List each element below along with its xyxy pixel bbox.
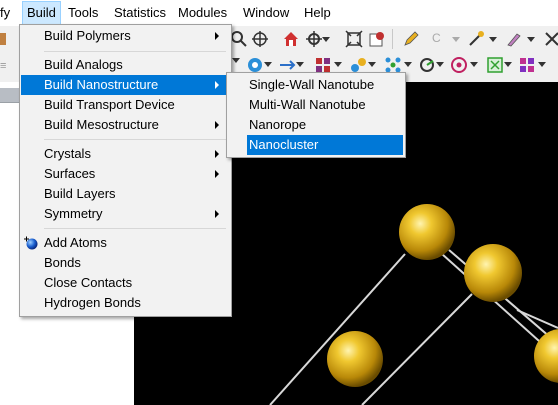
brush-icon[interactable] (505, 30, 523, 48)
move-icon[interactable] (251, 30, 269, 48)
fit-icon[interactable] (345, 30, 363, 48)
chevron-down-icon[interactable] (452, 37, 460, 43)
chevron-down-icon[interactable] (404, 62, 412, 68)
grid-icon[interactable] (486, 56, 504, 74)
menu-statistics[interactable]: Statistics (114, 5, 166, 21)
chevron-down-icon[interactable] (264, 62, 272, 68)
menu-item-surfaces[interactable]: Surfaces (21, 164, 230, 184)
menu-item-crystals[interactable]: Crystals (21, 144, 230, 164)
carbon-icon[interactable]: C (432, 31, 441, 45)
menu-item-label: Build Mesostructure (44, 117, 159, 132)
chevron-down-icon[interactable] (368, 62, 376, 68)
submenu-item-label: Nanocluster (249, 137, 319, 152)
menu-item-label: Add Atoms (44, 235, 107, 250)
menu-item-build-mesostructure[interactable]: Build Mesostructure (21, 115, 230, 135)
atom[interactable] (464, 244, 522, 302)
submenu-item-label: Single-Wall Nanotube (249, 77, 375, 92)
menu-item-label: Crystals (44, 146, 91, 161)
submenu-item-single-wall-nanotube[interactable]: Single-Wall Nanotube (247, 75, 403, 95)
menu-item-close-contacts[interactable]: Close Contacts (21, 273, 230, 293)
menu-item-label: Symmetry (44, 206, 103, 221)
target-icon[interactable] (450, 56, 468, 74)
menu-build[interactable]: Build (22, 1, 61, 25)
chevron-down-icon[interactable] (334, 62, 342, 68)
menu-item-label: Hydrogen Bonds (44, 295, 141, 310)
submenu-item-nanorope[interactable]: Nanorope (247, 115, 403, 135)
build-icon[interactable] (0, 30, 8, 48)
close-icon[interactable] (543, 30, 558, 48)
menu-separator (44, 51, 226, 52)
search-icon[interactable] (230, 30, 248, 48)
menu-item-bonds[interactable]: Bonds (21, 253, 230, 273)
menu-item-hydrogen-bonds[interactable]: Hydrogen Bonds (21, 293, 230, 313)
chevron-down-icon[interactable] (470, 62, 478, 68)
menu-item-label: Build Transport Device (44, 97, 175, 112)
submenu-arrow-icon (215, 32, 219, 40)
chevron-down-icon[interactable] (322, 37, 330, 43)
menu-item-build-nanostructure[interactable]: Build Nanostructure (21, 75, 230, 95)
chevron-down-icon[interactable] (527, 37, 535, 43)
menu-separator (44, 139, 226, 140)
menu-item-build-transport-device[interactable]: Build Transport Device (21, 95, 230, 115)
submenu-item-label: Multi-Wall Nanotube (249, 97, 366, 112)
submenu-arrow-icon (215, 121, 219, 129)
build-menu: Build Polymers Build Analogs Build Nanos… (19, 24, 232, 317)
menu-item-label: Bonds (44, 255, 81, 270)
pencil-icon[interactable] (402, 30, 420, 48)
menu-item-build-polymers[interactable]: Build Polymers (21, 26, 230, 46)
chevron-down-icon[interactable] (232, 58, 240, 64)
chevron-down-icon[interactable] (538, 62, 546, 68)
menu-item-symmetry[interactable]: Symmetry (21, 204, 230, 224)
menu-help[interactable]: Help (304, 5, 331, 21)
menu-item-label: Build Polymers (44, 28, 131, 43)
menu-separator (44, 228, 226, 229)
chevron-down-icon[interactable] (504, 62, 512, 68)
chevron-down-icon[interactable] (489, 37, 497, 43)
menu-item-build-layers[interactable]: Build Layers (21, 184, 230, 204)
menu-tools[interactable]: Tools (68, 5, 98, 21)
bond-icon[interactable] (467, 30, 485, 48)
menu-modify[interactable]: fy (0, 5, 10, 21)
chevron-down-icon[interactable] (296, 62, 304, 68)
menu-item-label: Build Layers (44, 186, 116, 201)
menu-item-label: Build Nanostructure (44, 77, 159, 92)
target-icon[interactable] (305, 30, 323, 48)
add-atom-icon (24, 236, 38, 250)
palette-icon[interactable] (518, 56, 536, 74)
display-icon[interactable]: ≡ (0, 60, 6, 72)
submenu-arrow-icon (215, 81, 219, 89)
nanostructure-submenu: Single-Wall Nanotube Multi-Wall Nanotube… (226, 72, 406, 158)
submenu-arrow-icon (215, 150, 219, 158)
submenu-item-multi-wall-nanotube[interactable]: Multi-Wall Nanotube (247, 95, 403, 115)
chevron-down-icon[interactable] (436, 62, 444, 68)
atom[interactable] (399, 204, 455, 260)
submenu-item-label: Nanorope (249, 117, 307, 132)
menu-bar: fy Build Tools Statistics Modules Window… (0, 0, 558, 26)
menu-window[interactable]: Window (243, 5, 289, 21)
menu-item-add-atoms[interactable]: Add Atoms (21, 233, 230, 253)
atom[interactable] (534, 329, 558, 383)
menu-item-label: Build Analogs (44, 57, 123, 72)
atom[interactable] (327, 331, 383, 387)
submenu-arrow-icon (215, 210, 219, 218)
menu-item-build-analogs[interactable]: Build Analogs (21, 55, 230, 75)
submenu-arrow-icon (215, 170, 219, 178)
menu-modules[interactable]: Modules (178, 5, 227, 21)
settings-icon[interactable] (368, 30, 386, 48)
menu-item-label: Surfaces (44, 166, 96, 181)
home-icon[interactable] (282, 30, 300, 48)
menu-item-label: Close Contacts (44, 275, 133, 290)
radar-icon[interactable] (418, 56, 436, 74)
submenu-item-nanocluster[interactable]: Nanocluster (247, 135, 403, 155)
